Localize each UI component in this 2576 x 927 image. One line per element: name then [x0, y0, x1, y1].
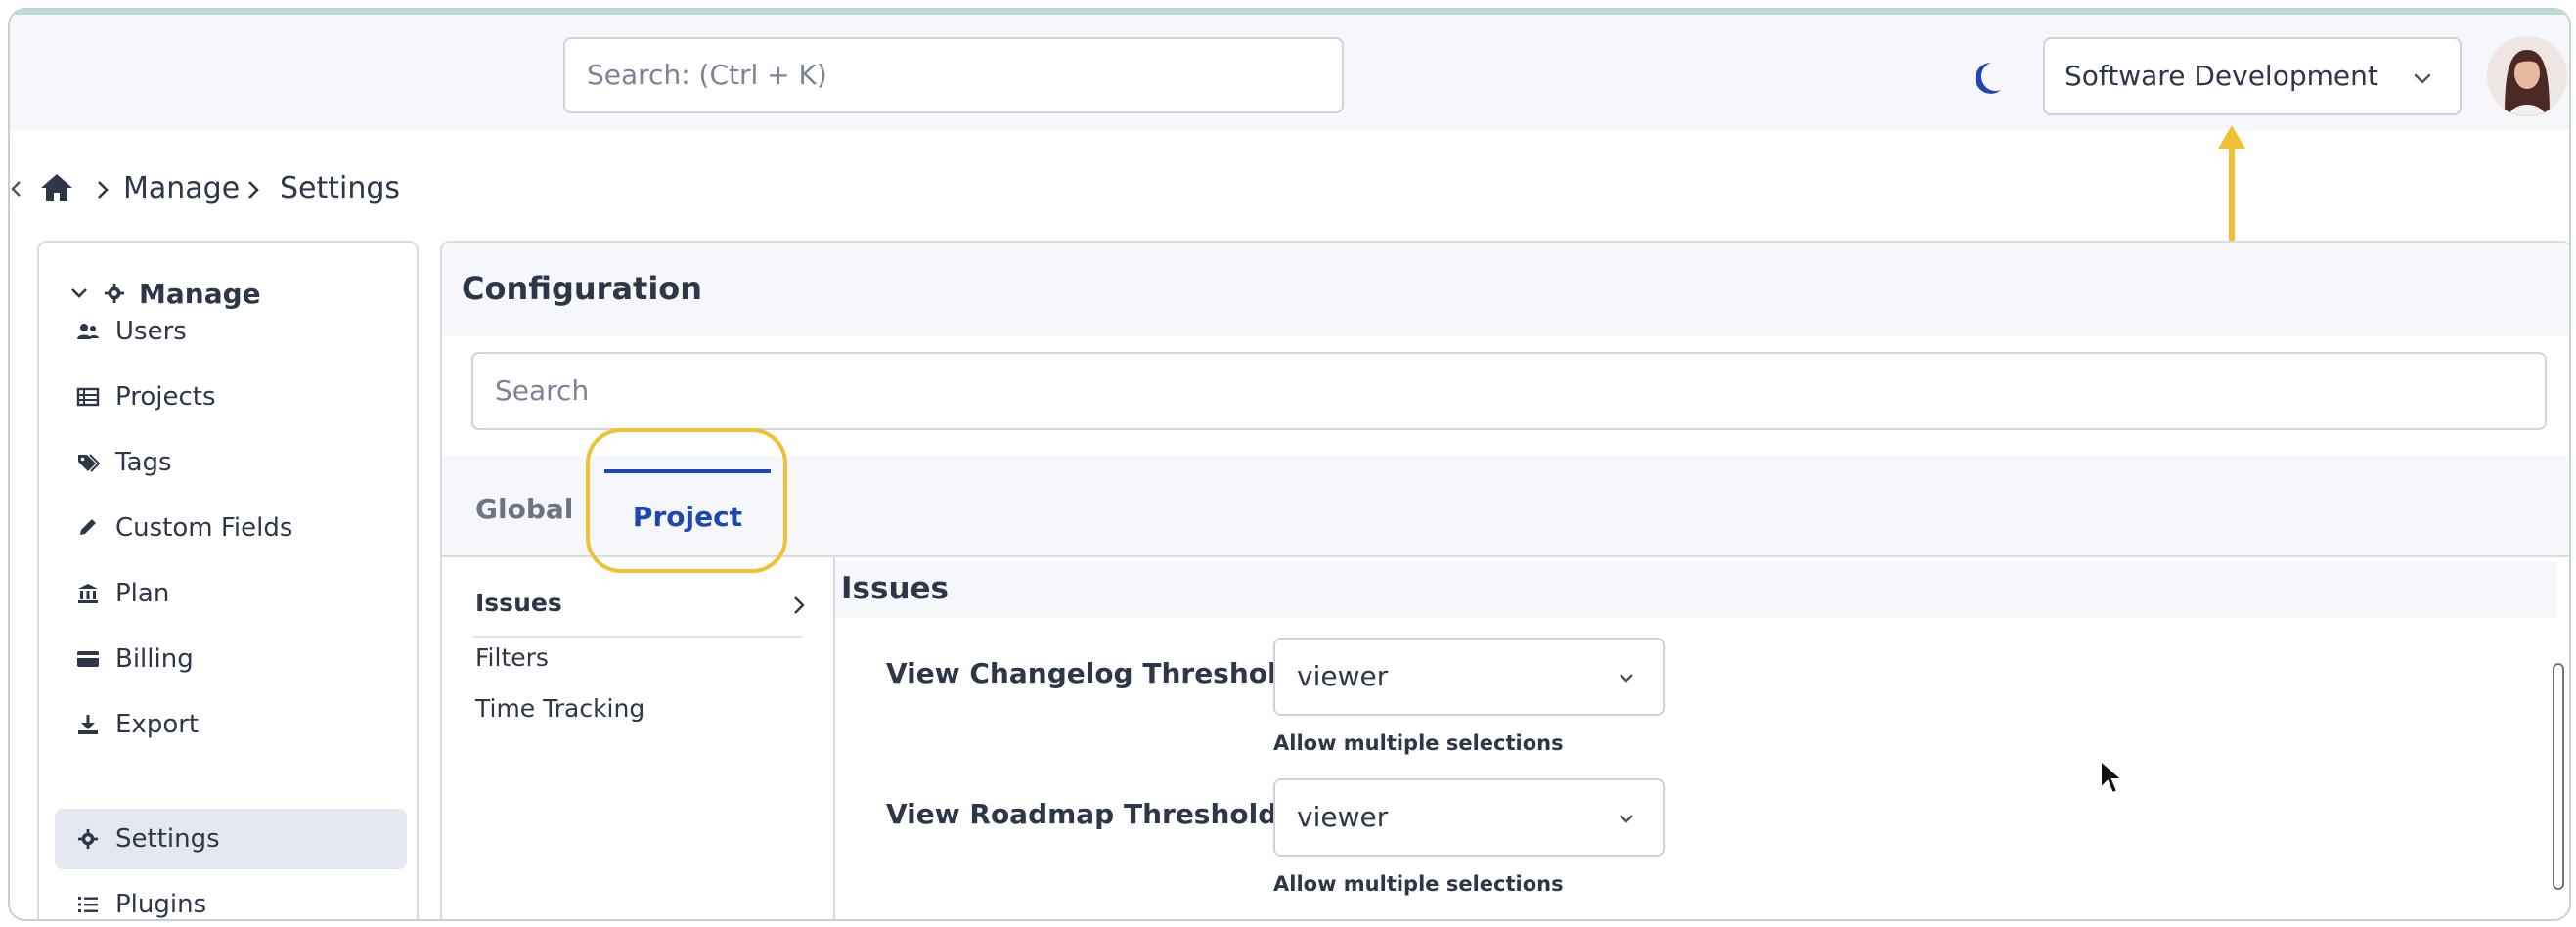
home-icon[interactable] [39, 172, 74, 203]
breadcrumb-settings: Settings [280, 171, 401, 205]
project-selector-label: Software Development [2065, 60, 2378, 92]
sidebar-item-export[interactable]: Export [55, 694, 407, 755]
sidebar-item-custom-fields[interactable]: Custom Fields [55, 498, 407, 558]
sidebar-item-label: Plan [115, 579, 170, 608]
panel-header: Configuration [442, 243, 2569, 336]
breadcrumb-manage[interactable]: Manage [123, 169, 240, 208]
sidebar-item-users[interactable]: Users [55, 301, 407, 362]
sidebar-item-plan[interactable]: Plan [55, 563, 407, 624]
top-bar: Search: (Ctrl + K) Software Development [10, 15, 2569, 130]
sidebar-item-label: Export [115, 710, 200, 739]
chevron-down-icon [1620, 674, 1633, 683]
section-header: Issues [835, 561, 2556, 618]
select-value: viewer [1297, 801, 1389, 833]
subnav-item-filters[interactable]: Filters [475, 643, 549, 672]
chevron-down-icon [1620, 815, 1633, 823]
sidebar-item-label: Projects [115, 382, 216, 412]
scrollbar[interactable] [2553, 663, 2564, 890]
list-icon [78, 897, 98, 912]
chevron-left-icon[interactable] [10, 178, 23, 199]
mouse-cursor-icon [2100, 759, 2125, 795]
sidebar-item-label: Settings [115, 824, 220, 854]
users-icon [77, 324, 99, 339]
tags-icon [78, 454, 100, 472]
sidebar-item-plugins[interactable]: Plugins [55, 874, 407, 919]
pencil-icon [80, 519, 96, 535]
page-title: Configuration [462, 270, 703, 307]
sidebar-item-tags[interactable]: Tags [55, 432, 407, 493]
settings-subnav: Issues Filters Time Tracking [442, 555, 835, 919]
changelog-threshold-select[interactable]: viewer [1273, 638, 1665, 716]
roadmap-threshold-select[interactable]: viewer [1273, 778, 1665, 857]
sidebar-item-settings[interactable]: Settings [55, 809, 407, 869]
app-window: Search: (Ctrl + K) Software Development [8, 8, 2571, 921]
sidebar-item-label: Plugins [115, 890, 207, 919]
chevron-down-icon [2414, 73, 2431, 84]
project-selector[interactable]: Software Development [2043, 37, 2462, 115]
sidebar-item-label: Tags [115, 448, 172, 477]
field-help-text: Allow multiple selections [1273, 731, 1564, 755]
divider [473, 636, 802, 638]
subnav-item-issues[interactable]: Issues [475, 589, 562, 617]
avatar[interactable] [2487, 36, 2567, 116]
credit-card-icon [77, 651, 99, 667]
download-icon [78, 715, 98, 734]
global-search-input[interactable]: Search: (Ctrl + K) [563, 37, 1344, 113]
sidebar-item-label: Custom Fields [115, 513, 293, 543]
field-label-roadmap-threshold: View Roadmap Threshold [886, 798, 1278, 830]
settings-content: Issues View Changelog Threshold viewer A… [835, 555, 2569, 919]
sidebar-item-label: Billing [115, 644, 194, 674]
chevron-right-icon [794, 596, 805, 614]
section-title: Issues [841, 571, 949, 606]
bank-icon [78, 584, 98, 603]
gear-icon [77, 828, 99, 850]
annotation-highlight [586, 428, 787, 573]
field-help-text: Allow multiple selections [1273, 872, 1564, 896]
chevron-right-icon [248, 181, 259, 199]
sidebar-item-projects[interactable]: Projects [55, 367, 407, 427]
select-value: viewer [1297, 660, 1389, 692]
moon-icon[interactable] [1966, 59, 2005, 98]
sidebar: Manage Users Projects Tags Custom Fields… [37, 241, 419, 919]
subnav-item-time-tracking[interactable]: Time Tracking [475, 694, 644, 723]
configuration-panel: Configuration Search Global Project Issu… [440, 241, 2569, 919]
annotation-arrow [2218, 125, 2245, 256]
table-icon [76, 387, 100, 407]
field-label-changelog-threshold: View Changelog Threshold [886, 657, 1297, 689]
tab-global[interactable]: Global [475, 456, 573, 553]
config-search-input[interactable]: Search [471, 352, 2547, 430]
sidebar-item-billing[interactable]: Billing [55, 629, 407, 689]
sidebar-item-label: Users [115, 317, 187, 346]
chevron-right-icon [98, 181, 109, 199]
